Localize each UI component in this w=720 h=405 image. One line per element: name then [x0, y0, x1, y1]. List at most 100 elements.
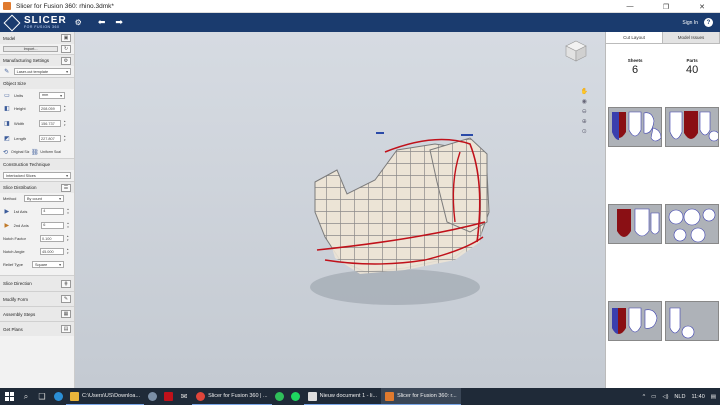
taskbar-slicer-label: Slicer for Fusion 360: r...: [397, 393, 457, 399]
sliced-model[interactable]: [75, 32, 605, 388]
window-titlebar: Slicer for Fusion 360: rhino.3dmk* — ❐ ✕: [0, 0, 720, 13]
relief-type-row: Relief Type Square ▾: [0, 258, 74, 271]
language-indicator[interactable]: NLD: [674, 394, 685, 400]
minimize-button[interactable]: —: [612, 0, 648, 13]
window-title: Slicer for Fusion 360: rhino.3dmk*: [16, 2, 114, 10]
window-controls: — ❐ ✕: [612, 0, 720, 13]
width-input[interactable]: 156.737: [39, 120, 61, 127]
length-input[interactable]: 227.807: [39, 135, 61, 142]
chevron-down-icon: ▾: [59, 197, 61, 201]
taskbar-slicer[interactable]: Slicer for Fusion 360: r...: [381, 388, 461, 405]
mail-icon[interactable]: ✉: [176, 388, 192, 405]
sheet-1-parts: [612, 111, 661, 142]
taskbar-explorer[interactable]: C:\Users\US\Downloa...: [66, 388, 145, 405]
search-icon[interactable]: ⌕: [18, 388, 34, 405]
manufacturing-select[interactable]: Laser-cut template ▾: [13, 68, 71, 75]
slice-distribution-section-header: Slice Distribution ☰: [0, 181, 74, 193]
sheet-thumbnail-1[interactable]: [608, 107, 662, 147]
original-size-icon[interactable]: ⟲: [3, 149, 8, 156]
relief-type-select-value: Square: [35, 262, 48, 267]
units-select[interactable]: mm ▾: [39, 91, 65, 99]
axis1-stepper[interactable]: ▴ ▾: [67, 207, 71, 215]
get-plans-icon[interactable]: ▤: [61, 325, 71, 333]
close-button[interactable]: ✕: [684, 0, 720, 13]
tray-chevron-up-icon[interactable]: ^: [643, 394, 646, 400]
steam-icon[interactable]: [144, 388, 160, 405]
original-size-toggle[interactable]: Original Siz: [11, 150, 29, 154]
sheet-thumbnail-2[interactable]: [665, 107, 719, 147]
fit-view-icon[interactable]: ⊙: [582, 128, 587, 135]
sheet-thumbnail-6[interactable]: [665, 301, 719, 341]
settings-gear-icon[interactable]: ⚙: [75, 18, 82, 27]
tab-model-issues[interactable]: Model Issues: [663, 32, 720, 43]
ruler-icon: ▭: [4, 92, 10, 99]
notch-angle-input[interactable]: 45.000: [40, 248, 64, 255]
notch-angle-stepper[interactable]: ▴ ▾: [67, 248, 71, 255]
whatsapp-icon[interactable]: [272, 388, 288, 405]
model-section-title: Model: [3, 35, 16, 41]
windows-taskbar: ⌕ ❑ C:\Users\US\Downloa... ✉ Slicer for …: [0, 388, 720, 405]
relief-type-select[interactable]: Square ▾: [32, 261, 64, 268]
redo-icon[interactable]: ➡: [115, 17, 123, 28]
view-cube-icon[interactable]: [565, 40, 587, 62]
sheet-thumbnail-3[interactable]: [608, 204, 662, 244]
tab-cut-layout[interactable]: Cut Layout: [606, 32, 663, 43]
zoom-window-icon[interactable]: ⊕: [582, 118, 587, 125]
orbit-icon[interactable]: ◉: [582, 98, 587, 105]
slice-list-icon[interactable]: ☰: [61, 183, 71, 192]
undo-icon[interactable]: ⬅: [98, 17, 106, 28]
object-size-section-header: Object Size: [0, 77, 74, 89]
height-input[interactable]: 208.059: [39, 105, 61, 112]
clock[interactable]: 11:40: [691, 394, 704, 400]
axis1-input[interactable]: 4: [41, 207, 65, 215]
maximize-button[interactable]: ❐: [648, 0, 684, 13]
3d-viewport[interactable]: ✋ ◉ ⊖ ⊕ ⊙: [75, 32, 605, 388]
slice-marker-1: [376, 132, 384, 134]
netflix-icon[interactable]: [160, 388, 176, 405]
taskbar-chrome-label: Slicer for Fusion 360 | ...: [208, 393, 268, 399]
zoom-icon[interactable]: ⊖: [582, 108, 587, 115]
logo-title: SLICER: [24, 15, 67, 26]
network-icon[interactable]: ▭: [651, 394, 656, 400]
pan-icon[interactable]: ✋: [581, 88, 588, 95]
model-camera-icon[interactable]: ▣: [61, 34, 71, 42]
slicer-taskbar-icon: [385, 391, 395, 401]
sheet-thumbnail-4[interactable]: [665, 204, 719, 244]
notifications-icon[interactable]: ▤: [711, 394, 716, 400]
edge-icon[interactable]: [50, 388, 66, 405]
width-stepper[interactable]: ▴ ▾: [64, 120, 68, 127]
assembly-steps-section[interactable]: Assembly Steps ▦: [0, 306, 74, 321]
manufacturing-select-value: Laser-cut template: [16, 69, 49, 74]
import-button[interactable]: Import...: [3, 46, 59, 52]
sign-in-link[interactable]: Sign In: [682, 20, 698, 26]
axis2-input[interactable]: 6: [41, 221, 65, 229]
windows-start-icon[interactable]: [0, 388, 18, 405]
assembly-steps-icon[interactable]: ▦: [61, 310, 71, 318]
manufacturing-gear-icon[interactable]: ⚙: [61, 56, 71, 65]
length-stepper[interactable]: ▴ ▾: [64, 135, 68, 142]
chrome-icon: [196, 391, 206, 401]
sheet-thumbnail-5[interactable]: [608, 301, 662, 341]
notch-factor-stepper[interactable]: ▴ ▾: [67, 235, 71, 242]
help-icon[interactable]: ?: [704, 18, 713, 27]
taskbar-document[interactable]: Nieuw document 1 - li...: [303, 388, 382, 405]
uniform-scale-toggle[interactable]: Uniform Scal: [40, 150, 61, 154]
height-stepper[interactable]: ▴ ▾: [64, 105, 68, 112]
volume-icon[interactable]: ◁): [662, 394, 668, 400]
method-select-value: By count: [27, 196, 42, 201]
method-select[interactable]: By count ▾: [24, 195, 64, 202]
construction-select[interactable]: Interlocked Slices ▾: [3, 172, 71, 179]
reload-icon[interactable]: ↻: [61, 45, 71, 53]
modify-form-icon[interactable]: ✎: [61, 295, 71, 303]
uniform-scale-icon[interactable]: ⛓: [31, 149, 39, 156]
axis1-label: 1st Axis: [13, 208, 28, 214]
spotify-icon[interactable]: [288, 388, 304, 405]
slice-direction-section[interactable]: Slice Direction ⋕: [0, 275, 74, 291]
taskbar-chrome[interactable]: Slicer for Fusion 360 | ...: [192, 388, 272, 405]
task-view-icon[interactable]: ❑: [34, 388, 50, 405]
axis2-stepper[interactable]: ▴ ▾: [67, 221, 71, 229]
get-plans-section[interactable]: Get Plans ▤: [0, 321, 74, 336]
notch-factor-input[interactable]: 0.100: [40, 235, 64, 242]
modify-form-section[interactable]: Modify Form ✎: [0, 291, 74, 306]
slice-direction-icon[interactable]: ⋕: [61, 279, 71, 288]
